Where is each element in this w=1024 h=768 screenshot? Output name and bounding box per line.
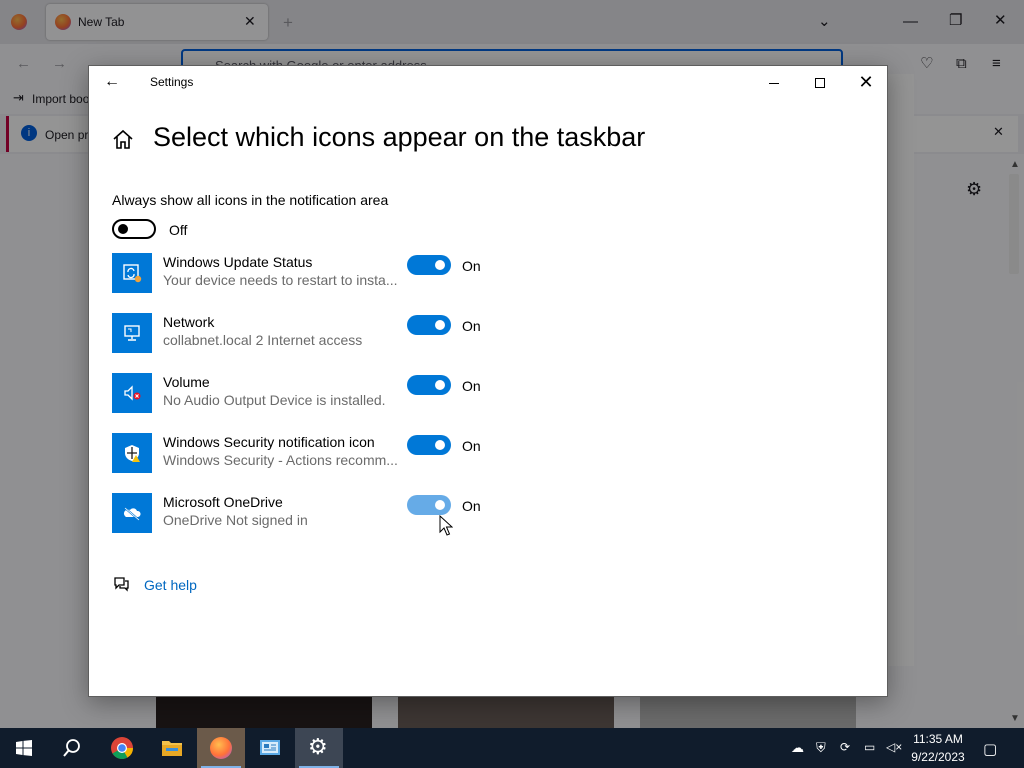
minimize-button[interactable]	[751, 66, 797, 98]
search-icon	[63, 739, 80, 757]
list-item-windows-update: Windows Update Status Your device needs …	[112, 253, 812, 297]
item-title: Windows Update Status	[163, 254, 313, 270]
always-show-label: Always show all icons in the notificatio…	[112, 192, 389, 208]
taskbar-clock-date[interactable]: 9/22/2023	[906, 750, 970, 764]
back-arrow-icon[interactable]: ←	[101, 72, 123, 92]
windows-update-tray-icon[interactable]: ⟳	[840, 740, 856, 756]
search-button[interactable]	[48, 728, 96, 768]
list-item-network: Network collabnet.local 2 Internet acces…	[112, 313, 812, 357]
action-center-icon[interactable]: ▢	[983, 740, 999, 758]
item-subtitle: OneDrive Not signed in	[163, 512, 308, 528]
toggle-knob	[118, 224, 128, 234]
volume-muted-icon	[112, 373, 152, 413]
title-bar: ← Settings ✕	[89, 66, 887, 98]
settings-window: ← Settings ✕ Select which icons appear o…	[88, 65, 888, 697]
item-state: On	[462, 318, 481, 334]
toggle-knob	[435, 320, 445, 330]
list-item-windows-security: Windows Security notification icon Windo…	[112, 433, 812, 477]
chrome-icon	[111, 737, 133, 759]
mouse-cursor-icon	[439, 515, 453, 536]
list-item-onedrive: Microsoft OneDrive OneDrive Not signed i…	[112, 493, 812, 537]
maximize-icon	[815, 78, 825, 89]
network-tray-icon[interactable]: ▭	[864, 740, 880, 756]
network-icon	[112, 313, 152, 353]
item-title: Network	[163, 314, 215, 330]
scroll-up-icon[interactable]: ▲	[1010, 160, 1020, 170]
item-state: On	[462, 378, 481, 394]
file-explorer-taskbar-button[interactable]	[148, 728, 196, 768]
windows-security-toggle[interactable]	[407, 435, 451, 455]
minimize-icon	[769, 82, 779, 84]
network-toggle[interactable]	[407, 315, 451, 335]
onedrive-icon	[112, 493, 152, 533]
settings-icon: ⚙	[308, 735, 328, 760]
settings-taskbar-button[interactable]: ⚙	[295, 728, 343, 768]
item-subtitle: collabnet.local 2 Internet access	[163, 332, 363, 348]
windows-security-tray-icon[interactable]: ⛨	[816, 740, 832, 756]
file-explorer-icon	[162, 741, 182, 756]
windows-update-toggle[interactable]	[407, 255, 451, 275]
firefox-taskbar-button[interactable]	[197, 728, 245, 768]
item-subtitle: Your device needs to restart to insta...	[163, 272, 398, 288]
taskbar: ⚙ ☁ ⛨ ⟳ ▭ ◁× ▢	[0, 728, 1024, 768]
page-title: Select which icons appear on the taskbar	[153, 122, 646, 152]
close-button[interactable]: ✕	[843, 66, 889, 98]
item-state: On	[462, 498, 481, 514]
item-title: Microsoft OneDrive	[163, 494, 283, 510]
home-icon[interactable]	[111, 128, 135, 150]
control-panel-taskbar-button[interactable]	[246, 728, 294, 768]
windows-update-icon	[112, 253, 152, 293]
volume-toggle[interactable]	[407, 375, 451, 395]
get-help-link[interactable]: Get help	[144, 577, 197, 593]
item-state: On	[462, 258, 481, 274]
firefox-icon	[210, 737, 232, 759]
taskbar-clock-time[interactable]: 11:35 AM	[906, 732, 970, 746]
item-state: On	[462, 438, 481, 454]
onedrive-tray-icon[interactable]: ☁	[791, 740, 807, 756]
always-show-toggle[interactable]	[112, 219, 156, 239]
scroll-down-icon[interactable]: ▼	[1010, 714, 1020, 724]
toggle-knob	[435, 500, 445, 510]
control-panel-icon	[260, 740, 280, 755]
get-help-icon	[114, 577, 129, 592]
toggle-knob	[435, 440, 445, 450]
start-icon	[16, 740, 32, 756]
windows-security-icon	[112, 433, 152, 473]
onedrive-toggle[interactable]	[407, 495, 451, 515]
scrollbar-thumb[interactable]	[1009, 174, 1019, 274]
maximize-button[interactable]	[797, 66, 843, 98]
volume-tray-icon[interactable]: ◁×	[886, 740, 902, 756]
item-subtitle: Windows Security - Actions recomm...	[163, 452, 398, 468]
toggle-knob	[435, 260, 445, 270]
item-title: Volume	[163, 374, 210, 390]
window-title: Settings	[150, 75, 194, 89]
list-item-volume: Volume No Audio Output Device is install…	[112, 373, 812, 417]
always-show-state: Off	[169, 222, 188, 238]
chrome-taskbar-button[interactable]	[98, 728, 146, 768]
item-subtitle: No Audio Output Device is installed.	[163, 392, 386, 408]
toggle-knob	[435, 380, 445, 390]
start-button[interactable]	[0, 728, 48, 768]
item-title: Windows Security notification icon	[163, 434, 375, 450]
